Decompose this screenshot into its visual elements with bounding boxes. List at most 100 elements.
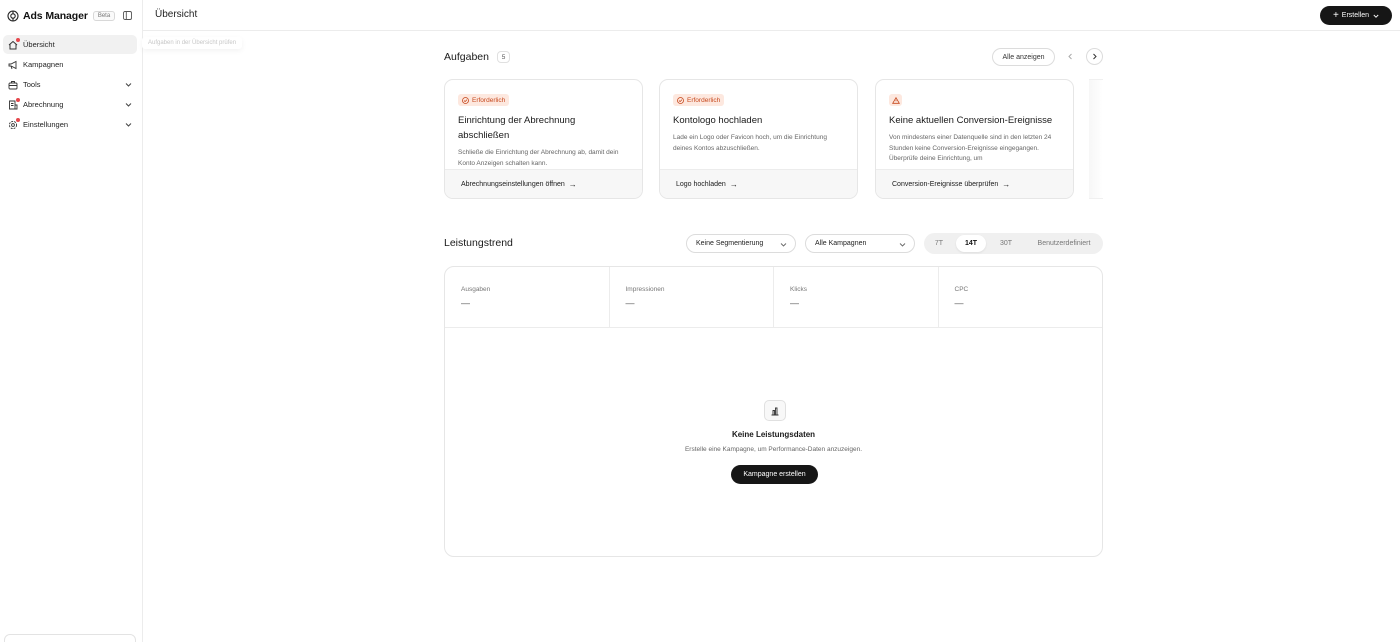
required-badge: Erforderlich	[673, 94, 725, 106]
empty-state-title: Keine Leistungsdaten	[731, 430, 816, 439]
task-action-label: Conversion-Ereignisse überprüfen	[892, 180, 999, 188]
bar-chart-icon	[764, 400, 786, 421]
sidebar-item-tools[interactable]: Tools	[3, 75, 137, 94]
gear-icon	[8, 117, 20, 130]
notification-dot	[16, 117, 20, 122]
metric-value: —	[954, 298, 964, 308]
metric-label: Ausgaben	[461, 286, 491, 293]
metric-spend: Ausgaben —	[445, 267, 610, 327]
task-description: Schließe die Einrichtung der Abrechnung …	[458, 149, 619, 167]
task-card-peek	[1089, 79, 1103, 199]
megaphone-icon	[8, 60, 18, 70]
sidebar-item-abrechnung[interactable]: Abrechnung	[3, 95, 137, 114]
metric-value: —	[625, 298, 635, 308]
sidebar-item-uebersicht[interactable]: Übersicht	[3, 35, 137, 54]
metric-impressions: Impressionen —	[610, 267, 774, 327]
metric-label: Klicks	[790, 286, 807, 293]
metric-value: —	[790, 298, 799, 308]
app-logo-icon	[7, 10, 19, 22]
date-range-toggle: 7T 14T 30T Benutzerdefiniert	[924, 233, 1103, 254]
sidebar-item-label: Übersicht	[23, 40, 55, 49]
check-circle-icon	[462, 96, 469, 104]
tasks-title: Aufgaben	[444, 51, 489, 63]
chevron-left-icon	[1068, 53, 1072, 60]
tooltip-hint: Aufgaben in der Übersicht prüfen	[142, 37, 243, 49]
arrow-right-icon: →	[1002, 179, 1011, 189]
segmentation-select-value: Keine Segmentierung	[696, 240, 764, 247]
arrow-right-icon: →	[729, 179, 738, 189]
task-title: Einrichtung der Abrechnung abschließen	[458, 115, 576, 141]
range-7t-button[interactable]: 7T	[927, 235, 951, 252]
chevron-down-icon	[1373, 14, 1379, 18]
briefcase-icon	[8, 80, 18, 90]
metric-value: —	[461, 298, 470, 308]
sidebar-item-kampagnen[interactable]: Kampagnen	[3, 55, 137, 74]
metrics-row: Ausgaben — Impressionen — Klicks — CPC —	[445, 267, 1102, 328]
range-custom-button[interactable]: Benutzerdefiniert	[1028, 235, 1100, 252]
chevron-down-icon	[125, 83, 132, 87]
sidebar-item-label: Abrechnung	[23, 100, 64, 109]
brand[interactable]: Ads Manager Beta	[7, 8, 116, 24]
range-14t-button[interactable]: 14T	[956, 235, 986, 252]
segmentation-select[interactable]: Keine Segmentierung	[686, 234, 796, 253]
warning-badge	[889, 94, 902, 106]
sidebar-item-label: Einstellungen	[23, 120, 69, 129]
beta-badge: Beta	[92, 11, 116, 21]
sidebar-item-label: Kampagnen	[23, 60, 64, 69]
home-icon	[8, 37, 20, 50]
metric-label: Impressionen	[625, 286, 665, 293]
performance-title: Leistungstrend	[444, 237, 513, 249]
task-card: Erforderlich Kontologo hochladen Lade ei…	[659, 79, 858, 199]
campaign-select-value: Alle Kampagnen	[815, 240, 867, 247]
required-badge-label: Erforderlich	[472, 96, 506, 104]
plus-icon: +	[1332, 9, 1339, 21]
carousel-next-button[interactable]	[1086, 48, 1103, 65]
metric-label: CPC	[954, 286, 969, 293]
metric-clicks: Klicks —	[774, 267, 939, 327]
task-action-link[interactable]: Logo hochladen →	[660, 169, 857, 198]
required-badge: Erforderlich	[458, 94, 510, 106]
task-description: Lade ein Logo oder Favicon hoch, um die …	[673, 134, 827, 152]
task-card-body: Erforderlich Einrichtung der Abrechnung …	[445, 80, 642, 170]
task-action-link[interactable]: Conversion-Ereignisse überprüfen →	[876, 169, 1073, 198]
sidebar: Ads Manager Beta Übersicht Kampagnen Too…	[0, 0, 143, 642]
task-title: Keine aktuellen Conversion-Ereignisse	[889, 115, 1053, 126]
task-card: Erforderlich Einrichtung der Abrechnung …	[444, 79, 643, 199]
task-card-body: Keine aktuellen Conversion-Ereignisse Vo…	[876, 80, 1073, 170]
task-description: Von mindestens einer Datenquelle sind in…	[889, 134, 1052, 162]
task-card-body: Erforderlich Kontologo hochladen Lade ei…	[660, 80, 857, 170]
arrow-right-icon: →	[568, 179, 577, 189]
empty-state-description: Erstelle eine Kampagne, um Performance-D…	[684, 446, 863, 453]
carousel-prev-button[interactable]	[1062, 48, 1079, 65]
performance-card: Ausgaben — Impressionen — Klicks — CPC —…	[444, 266, 1103, 557]
receipt-icon	[8, 97, 20, 110]
app-title: Ads Manager	[23, 10, 88, 22]
range-30t-button[interactable]: 30T	[991, 235, 1021, 252]
notification-dot	[16, 97, 20, 102]
create-button-label: Erstellen	[1341, 12, 1370, 19]
task-action-link[interactable]: Abrechnungseinstellungen öffnen →	[445, 169, 642, 198]
warning-triangle-icon	[891, 96, 900, 104]
chevron-right-icon	[1093, 53, 1097, 60]
chevron-down-icon	[780, 243, 787, 247]
show-all-button[interactable]: Alle anzeigen	[992, 48, 1055, 66]
create-button[interactable]: + Erstellen	[1320, 6, 1392, 25]
task-action-label: Logo hochladen	[676, 180, 726, 188]
page-title: Übersicht	[155, 9, 198, 20]
create-campaign-button[interactable]: Kampagne erstellen	[731, 465, 818, 484]
account-switcher[interactable]	[4, 634, 136, 642]
task-card: Keine aktuellen Conversion-Ereignisse Vo…	[875, 79, 1074, 199]
topbar: Übersicht + Erstellen	[143, 0, 1400, 31]
task-title: Kontologo hochladen	[673, 115, 763, 126]
notification-dot	[16, 37, 20, 42]
metric-cpc: CPC —	[939, 267, 1103, 327]
sidebar-item-einstellungen[interactable]: Einstellungen	[3, 115, 137, 134]
chevron-down-icon	[125, 123, 132, 127]
tasks-count-badge: 5	[497, 51, 510, 63]
task-action-label: Abrechnungseinstellungen öffnen	[461, 180, 565, 188]
campaign-select[interactable]: Alle Kampagnen	[805, 234, 915, 253]
sidebar-nav: Übersicht Kampagnen Tools Abrechnung Ein…	[3, 35, 137, 135]
chevron-down-icon	[899, 243, 906, 247]
sidebar-toggle-icon[interactable]	[123, 11, 132, 20]
check-circle-icon	[677, 96, 684, 104]
